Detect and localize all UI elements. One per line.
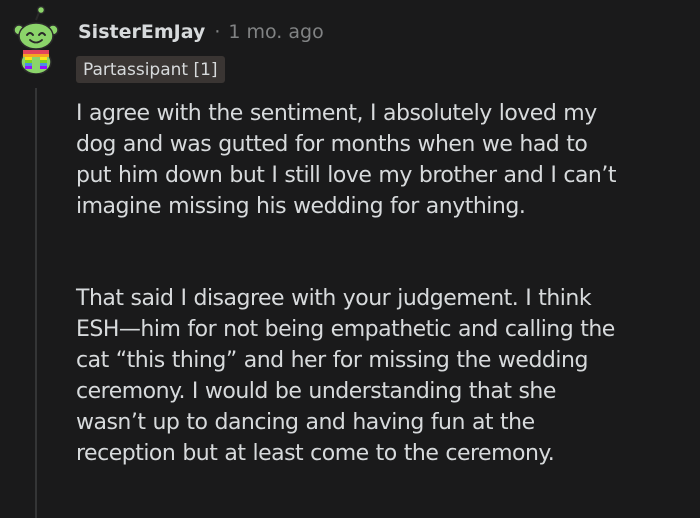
text-line: I agree with the sentiment, I absolutely… [76,101,597,126]
text-line: ESH—him for not being empathetic and cal… [76,317,615,342]
separator-dot: · [214,21,221,43]
comment: SisterEmJay · 1 mo. ago Partassipant [1]… [0,0,700,518]
text-line: put him down but I still love my brother… [76,163,616,188]
thread-collapse-line[interactable] [35,88,37,518]
comment-paragraph: I agree with the sentiment, I absolutely… [76,98,694,222]
text-line: dog and was gutted for months when we ha… [76,132,588,157]
avatar[interactable] [8,6,64,74]
comment-header: SisterEmJay · 1 mo. ago [78,18,324,46]
user-flair: Partassipant [1] [76,56,225,83]
text-line: wasn’t up to dancing and having fun at t… [76,410,535,435]
snoo-avatar-icon [13,6,59,74]
text-line: ceremony. I would be understanding that … [76,379,556,404]
author-username[interactable]: SisterEmJay [78,21,205,43]
text-line: That said I disagree with your judgement… [76,286,592,311]
text-line: cat “this thing” and her for missing the… [76,348,588,373]
text-line: imagine missing his wedding for anything… [76,194,526,219]
text-line: reception but at least come to the cerem… [76,441,555,466]
comment-paragraph: That said I disagree with your judgement… [76,283,694,469]
comment-timestamp[interactable]: 1 mo. ago [228,21,323,43]
